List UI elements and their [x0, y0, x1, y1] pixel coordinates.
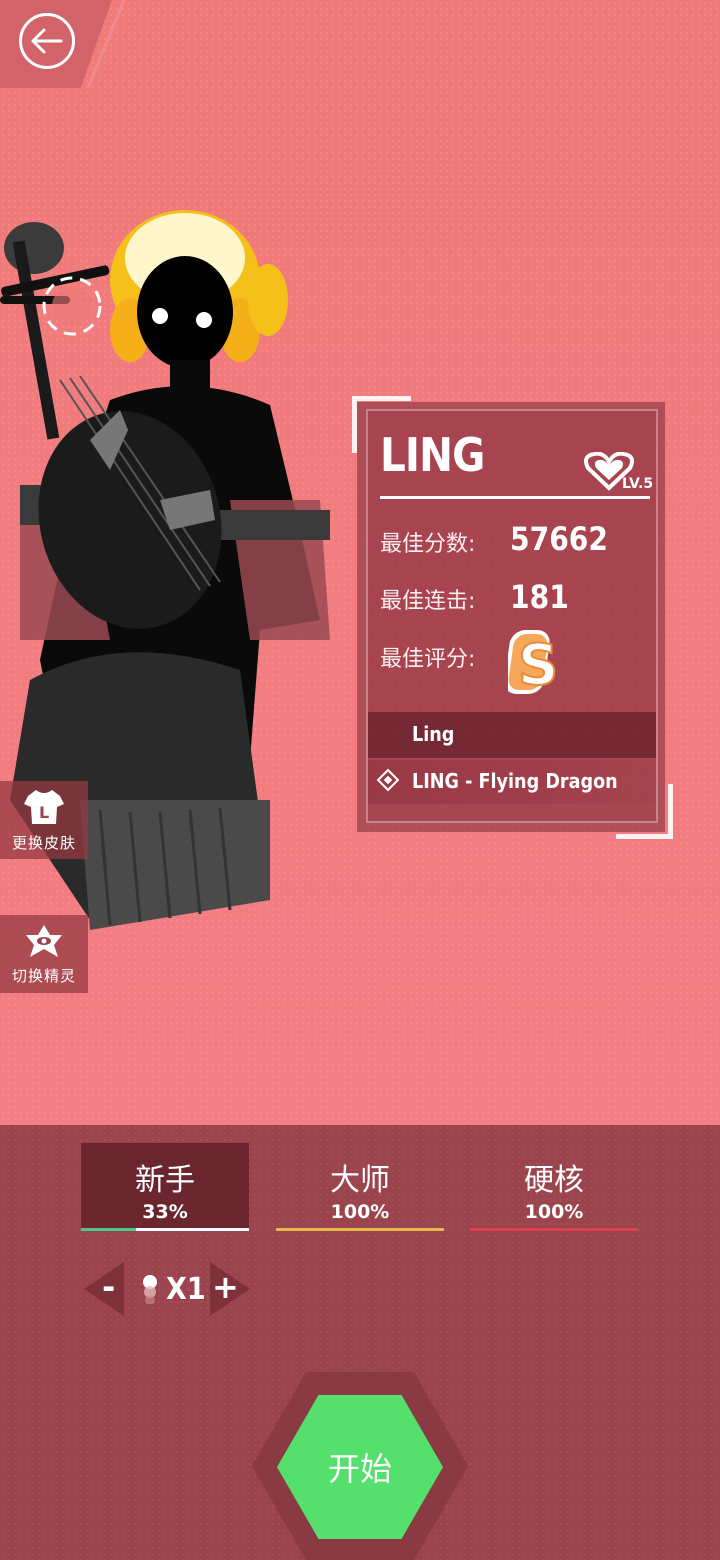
diamond-bullet-icon [376, 768, 400, 792]
grade-badge: S [508, 630, 556, 698]
difficulty-progress-bar [276, 1228, 444, 1231]
switch-elf-label: 切换精灵 [11, 966, 76, 985]
song-title: LING - Flying Dragon [412, 769, 618, 793]
difficulty-progress-bar [81, 1228, 137, 1231]
change-skin-label: 更换皮肤 [11, 833, 76, 852]
song-item[interactable]: LING - Flying Dragon [368, 760, 656, 804]
start-label: 开始 [327, 1450, 392, 1488]
song-group-name: Ling [412, 722, 455, 746]
character-level: LV.5 [622, 476, 654, 492]
back-button[interactable] [19, 13, 75, 69]
shirt-icon: L [24, 789, 64, 824]
best-score-value: 57662 [510, 520, 608, 558]
switch-elf-button[interactable]: 切换精灵 [0, 915, 88, 993]
difficulty-name: 硬核 [524, 1163, 584, 1198]
back-arrow-icon [31, 28, 63, 54]
multiplier-minus-button[interactable]: - [102, 1268, 115, 1306]
difficulty-tab-master[interactable]: 大师 100% [276, 1143, 444, 1231]
change-skin-button[interactable]: L 更换皮肤 [0, 781, 88, 859]
difficulty-tab-novice[interactable]: 新手 33% [81, 1143, 249, 1231]
best-score-label: 最佳分数: [380, 532, 476, 557]
character-name: LING [380, 428, 485, 482]
difficulty-name: 新手 [135, 1163, 195, 1198]
difficulty-percent: 33% [142, 1201, 188, 1223]
multiplier-plus-button[interactable]: + [212, 1268, 239, 1306]
difficulty-progress-bar [470, 1228, 638, 1231]
multiplier-value: X1 [166, 1272, 206, 1307]
note-icon [143, 1275, 157, 1304]
difficulty-percent: 100% [330, 1201, 390, 1223]
elf-icon [26, 924, 62, 957]
best-combo-label: 最佳连击: [380, 589, 476, 614]
difficulty-tab-hardcore[interactable]: 硬核 100% [470, 1143, 638, 1231]
song-group-header: Ling [368, 712, 656, 758]
svg-text:L: L [39, 803, 49, 822]
difficulty-percent: 100% [524, 1201, 584, 1223]
best-grade-label: 最佳评分: [380, 647, 476, 672]
grade-letter: S [518, 633, 556, 698]
name-underline [380, 496, 650, 499]
best-combo-value: 181 [510, 578, 569, 616]
difficulty-name: 大师 [330, 1163, 390, 1198]
